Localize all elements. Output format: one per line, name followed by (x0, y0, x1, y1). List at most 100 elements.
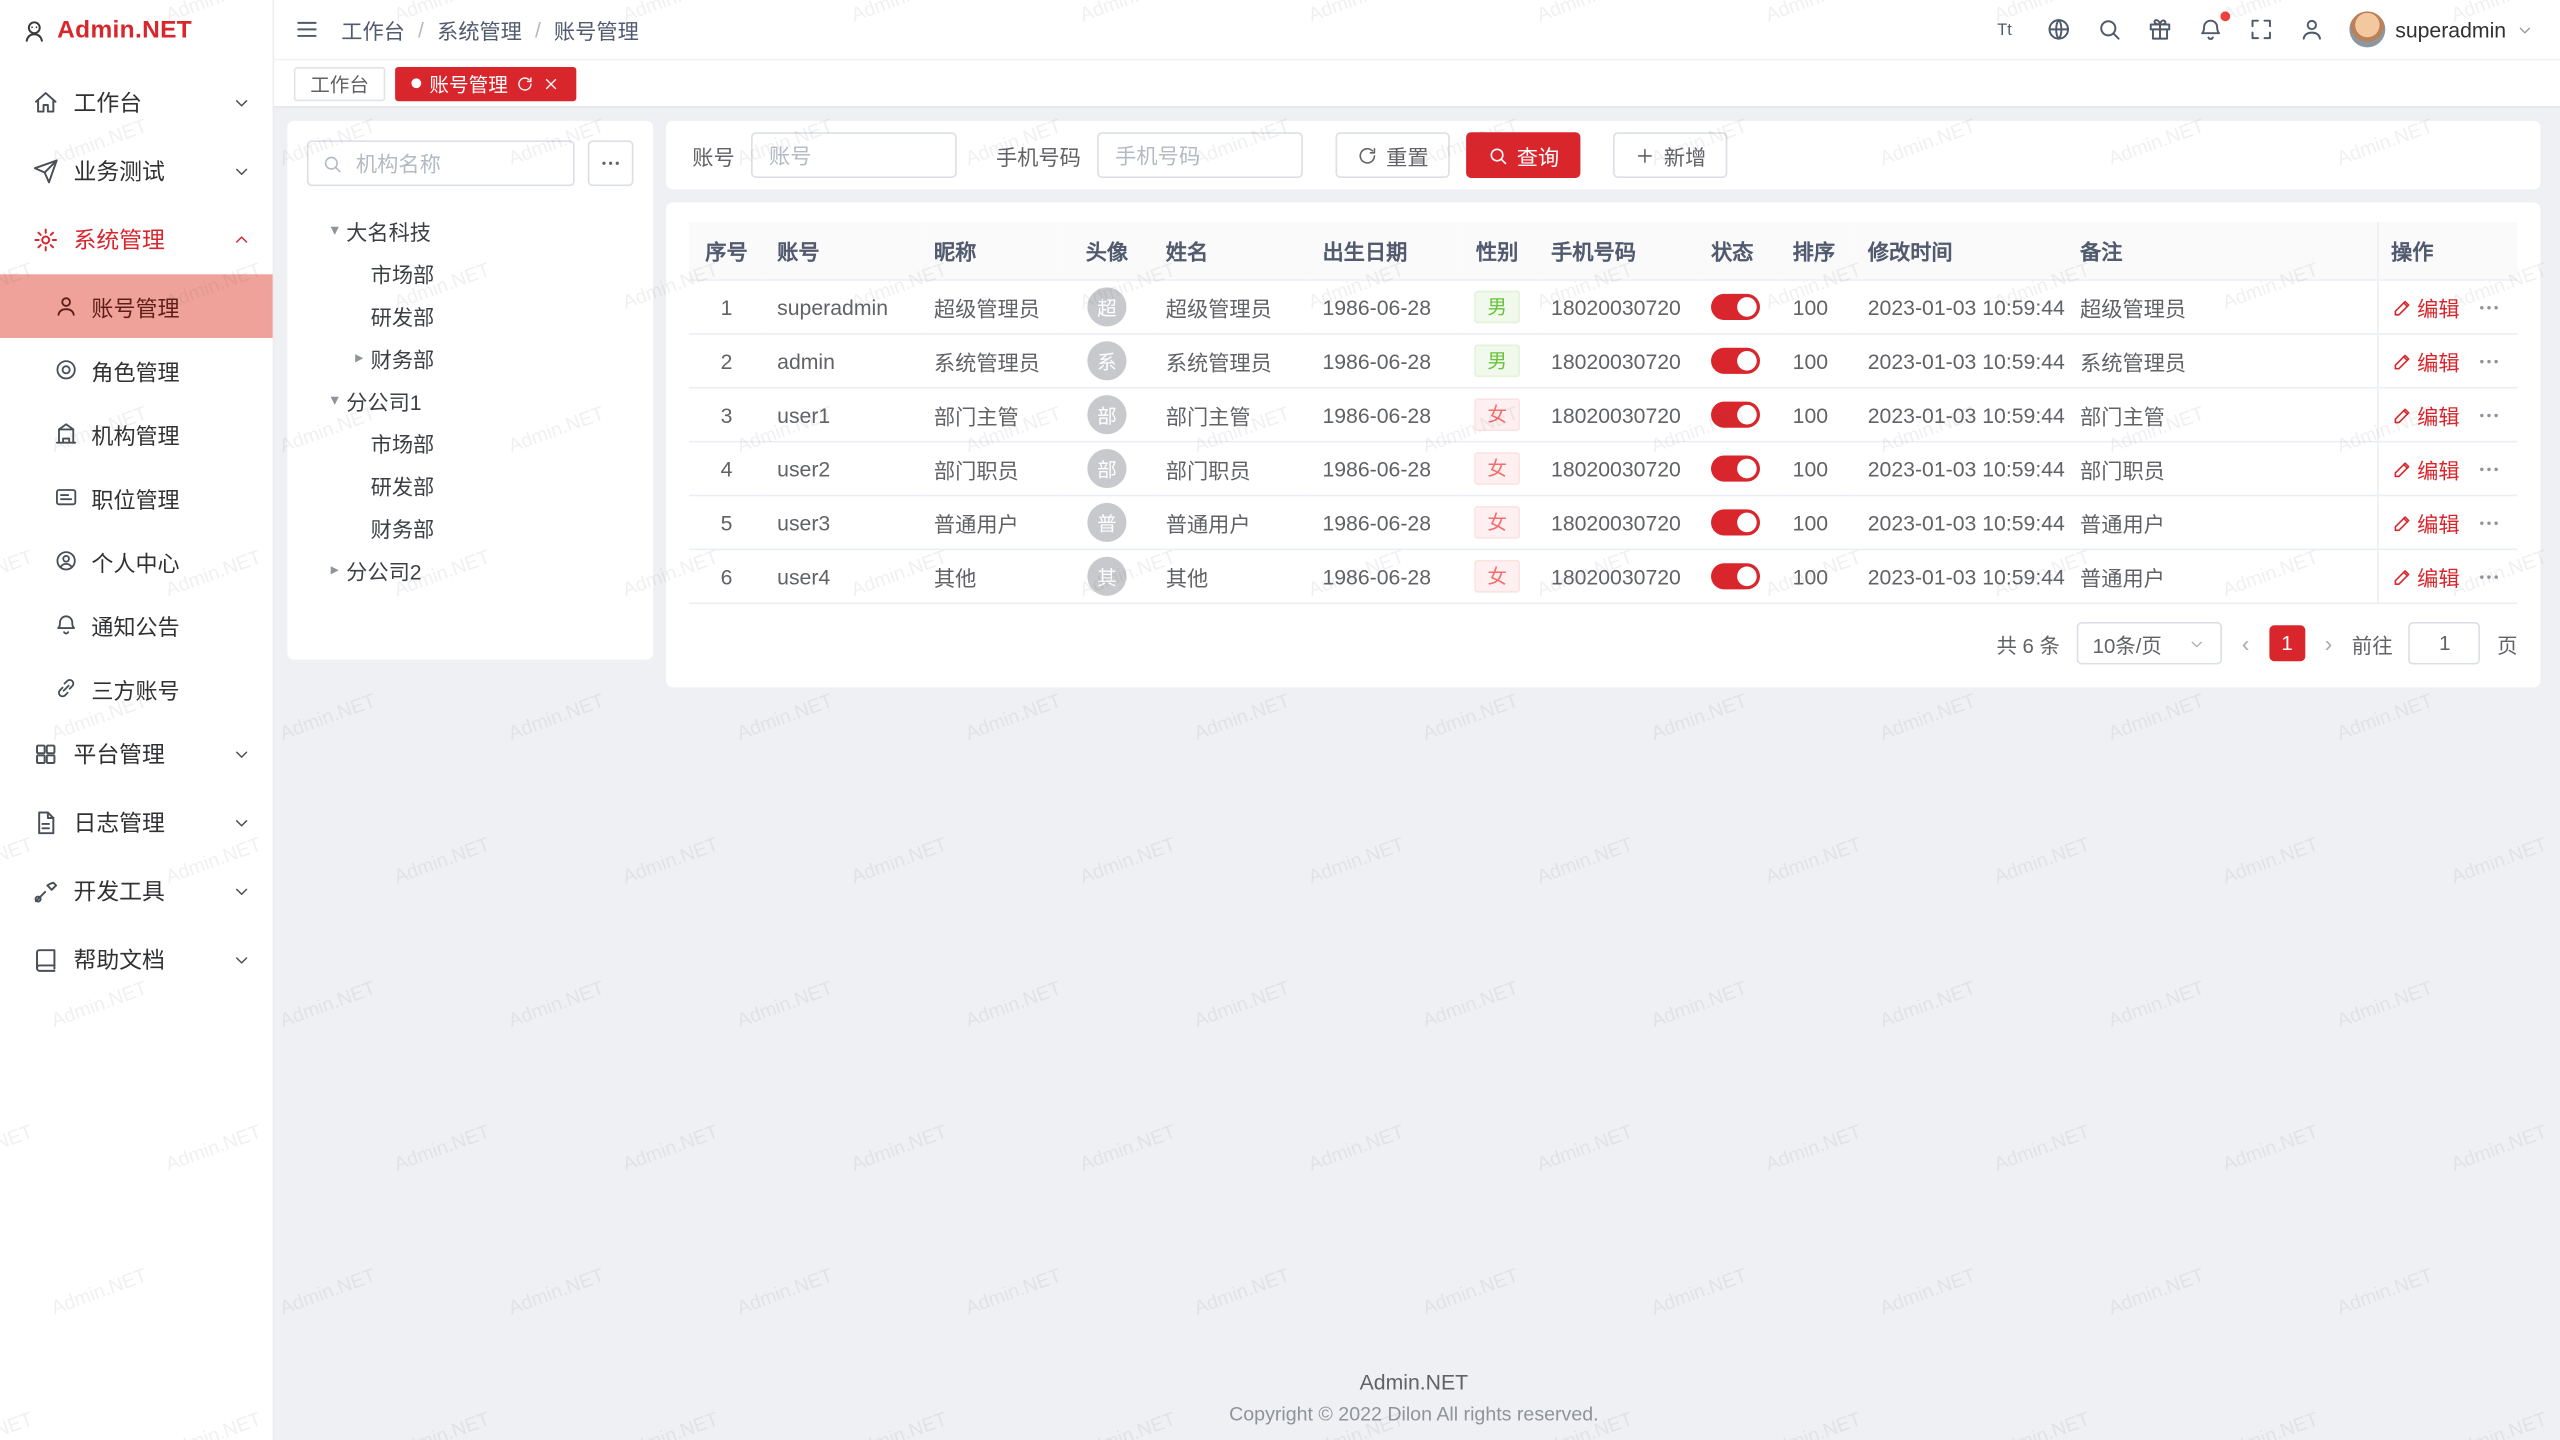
sidebar-item-3[interactable]: 平台管理 (0, 720, 273, 789)
sidebar-item-2[interactable]: 系统管理 (0, 206, 273, 275)
cell-sort: 100 (1780, 388, 1855, 442)
search-button[interactable]: 查询 (1466, 132, 1580, 178)
sidebar-item-6[interactable]: 帮助文档 (0, 926, 273, 995)
search-button[interactable] (2096, 16, 2122, 42)
tree-node-3[interactable]: ▸财务部 (307, 336, 634, 378)
hamburger-button[interactable] (294, 15, 320, 44)
tab-0[interactable]: 工作台 (294, 66, 385, 100)
row-more-button[interactable] (2476, 456, 2500, 480)
cell-actions: 编辑 (2377, 280, 2517, 334)
account-label: 账号 (692, 140, 734, 171)
edit-button[interactable]: 编辑 (2391, 291, 2460, 322)
sidebar-subitem-5[interactable]: 通知公告 (0, 593, 273, 657)
sidebar-subitem-2[interactable]: 机构管理 (0, 402, 273, 466)
tab-refresh-icon[interactable] (516, 74, 534, 92)
sidebar-subitem-0[interactable]: 账号管理 (0, 274, 273, 338)
page-size-select[interactable]: 10条/页 (2076, 622, 2222, 664)
goto-page-input[interactable] (2409, 622, 2481, 664)
tree-node-1[interactable]: 市场部 (307, 251, 634, 293)
sidebar-subitem-6[interactable]: 三方账号 (0, 656, 273, 720)
tree-node-4[interactable]: ▾分公司1 (307, 379, 634, 421)
breadcrumb-item[interactable]: 工作台 (341, 14, 405, 45)
edit-button[interactable]: 编辑 (2391, 561, 2460, 592)
next-page-button[interactable]: › (2321, 630, 2335, 656)
font-size-button[interactable]: Tt (1995, 16, 2021, 42)
search-icon (322, 153, 343, 174)
sidebar-subitem-label: 机构管理 (91, 417, 251, 450)
account-field[interactable] (766, 141, 942, 169)
user-icon (54, 294, 78, 318)
cell-birthday: 1986-06-28 (1309, 549, 1456, 603)
tree-caret[interactable]: ▸ (348, 349, 371, 367)
cell-name: 系统管理员 (1153, 334, 1310, 388)
edit-button[interactable]: 编辑 (2391, 507, 2460, 538)
row-more-button[interactable] (2476, 349, 2500, 373)
sidebar-subitem-3[interactable]: 职位管理 (0, 465, 273, 529)
sidebar-item-4[interactable]: 日志管理 (0, 789, 273, 858)
sidebar-item-5[interactable]: 开发工具 (0, 857, 273, 926)
add-button[interactable]: 新增 (1613, 132, 1727, 178)
tree-node-0[interactable]: ▾大名科技 (307, 209, 634, 251)
chevron-down-icon (232, 744, 252, 764)
right-column: 账号 手机号码 重置 (666, 121, 2540, 688)
sidebar-item-0[interactable]: 工作台 (0, 69, 273, 138)
username: superadmin (2395, 17, 2506, 41)
edit-button[interactable]: 编辑 (2391, 453, 2460, 484)
edit-label: 编辑 (2417, 507, 2459, 538)
status-toggle[interactable] (1711, 564, 1760, 590)
cell-account: user4 (764, 549, 921, 603)
cell-modified: 2023-01-03 10:59:44 (1855, 442, 2067, 496)
cell-avatar: 普 (1061, 496, 1152, 550)
tree-node-6[interactable]: 研发部 (307, 464, 634, 506)
status-toggle[interactable] (1711, 348, 1760, 374)
status-toggle[interactable] (1711, 456, 1760, 482)
tree-caret[interactable]: ▾ (323, 391, 346, 409)
phone-label: 手机号码 (996, 140, 1081, 171)
reset-button[interactable]: 重置 (1336, 132, 1450, 178)
breadcrumb-separator: / (535, 17, 541, 41)
status-toggle[interactable] (1711, 294, 1760, 320)
status-toggle[interactable] (1711, 510, 1760, 536)
page-1-button[interactable]: 1 (2269, 625, 2305, 661)
cell-modified: 2023-01-03 10:59:44 (1855, 280, 2067, 334)
org-more-button[interactable] (588, 140, 634, 186)
prev-page-button[interactable]: ‹ (2239, 630, 2253, 656)
tree-node-7[interactable]: 财务部 (307, 506, 634, 548)
row-more-button[interactable] (2476, 402, 2500, 426)
column-header: 账号 (764, 222, 921, 280)
user-button[interactable] (2299, 16, 2325, 42)
org-search-field[interactable] (353, 149, 560, 177)
accounts-table: 序号账号昵称头像姓名出生日期性别手机号码状态排序修改时间备注操作 1supera… (689, 222, 2518, 604)
org-search-input[interactable] (307, 140, 575, 186)
sidebar-subitem-1[interactable]: 角色管理 (0, 338, 273, 402)
cell-nickname: 部门主管 (921, 388, 1061, 442)
tab-close-icon[interactable] (542, 74, 560, 92)
cell-gender: 男 (1456, 280, 1538, 334)
sidebar-item-1[interactable]: 业务测试 (0, 137, 273, 206)
sidebar-subitem-label: 通知公告 (91, 608, 251, 641)
account-input[interactable] (751, 132, 957, 178)
sidebar-subitem-4[interactable]: 个人中心 (0, 529, 273, 593)
user-menu[interactable]: superadmin (2349, 11, 2533, 47)
row-more-button[interactable] (2476, 295, 2500, 319)
tree-caret[interactable]: ▸ (323, 561, 346, 579)
row-more-button[interactable] (2476, 564, 2500, 588)
fullscreen-button[interactable] (2248, 16, 2274, 42)
globe-button[interactable] (2046, 16, 2072, 42)
tab-1[interactable]: 账号管理 (395, 66, 576, 100)
tree-caret[interactable]: ▾ (323, 221, 346, 239)
edit-label: 编辑 (2417, 453, 2459, 484)
gift-button[interactable] (2147, 16, 2173, 42)
tree-node-2[interactable]: 研发部 (307, 294, 634, 336)
tree-node-8[interactable]: ▸分公司2 (307, 549, 634, 591)
edit-button[interactable]: 编辑 (2391, 399, 2460, 430)
phone-input[interactable] (1097, 132, 1303, 178)
row-more-button[interactable] (2476, 510, 2500, 534)
phone-field[interactable] (1112, 141, 1288, 169)
tab-active-dot (411, 78, 421, 88)
edit-button[interactable]: 编辑 (2391, 345, 2460, 376)
status-toggle[interactable] (1711, 402, 1760, 428)
tree-node-5[interactable]: 市场部 (307, 421, 634, 463)
bell-button[interactable] (2198, 16, 2224, 42)
breadcrumb-item[interactable]: 系统管理 (437, 14, 522, 45)
